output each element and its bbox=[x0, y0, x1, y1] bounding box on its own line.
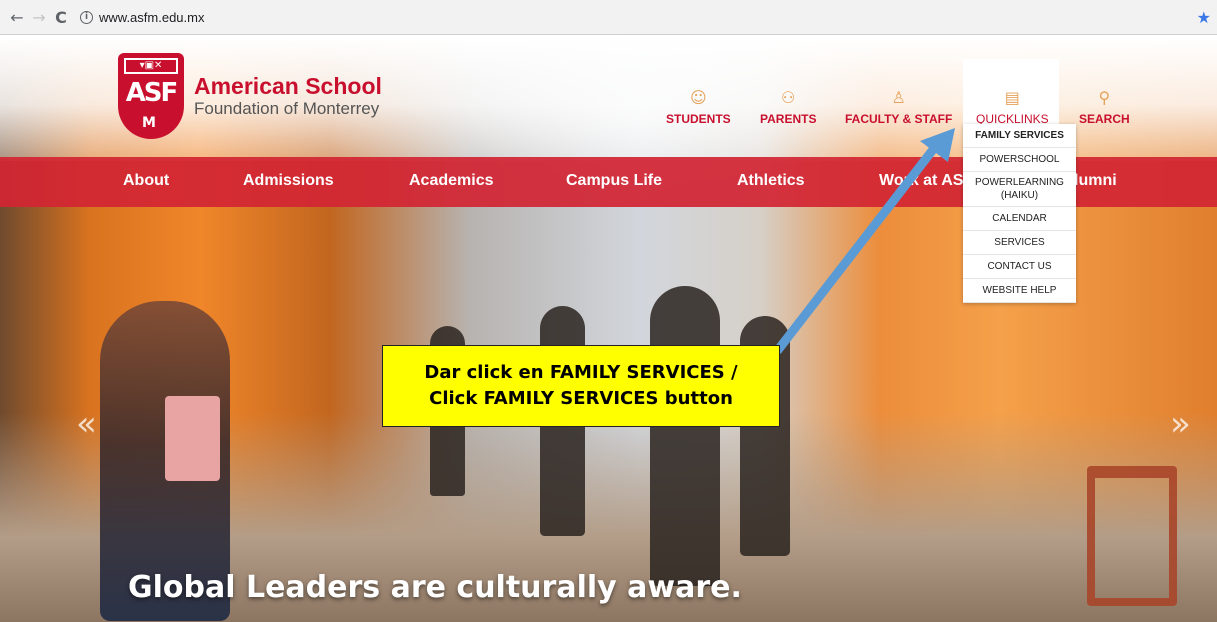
forward-icon[interactable]: → bbox=[28, 6, 50, 28]
carousel-caption: Global Leaders are culturally aware. bbox=[128, 570, 742, 605]
url-text[interactable]: www.asfm.edu.mx bbox=[99, 10, 204, 25]
address-bar[interactable]: i www.asfm.edu.mx bbox=[80, 10, 204, 25]
instruction-callout: Dar click en FAMILY SERVICES / Click FAM… bbox=[382, 345, 780, 427]
browser-toolbar: ← → C i www.asfm.edu.mx ★ bbox=[0, 0, 1217, 35]
info-icon[interactable]: i bbox=[80, 10, 93, 24]
bookmark-star-icon[interactable]: ★ bbox=[1197, 8, 1211, 27]
reload-icon[interactable]: C bbox=[50, 6, 72, 28]
back-icon[interactable]: ← bbox=[6, 6, 28, 28]
annotation-arrow bbox=[773, 128, 955, 355]
web-page: ▾▣✕ ASF M American School Foundation of … bbox=[0, 36, 1217, 622]
